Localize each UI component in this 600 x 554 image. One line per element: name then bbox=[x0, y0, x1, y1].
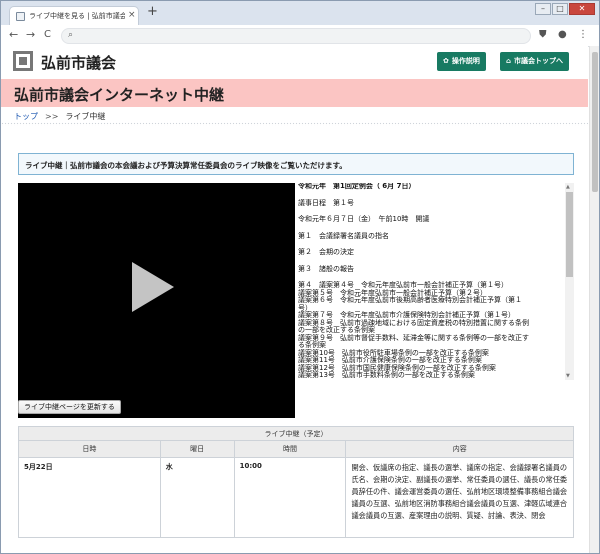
address-bar[interactable]: ⌕ bbox=[61, 28, 531, 44]
browser-toolbar: ← → C ⌕ ⛊ ● ⋮ bbox=[1, 25, 599, 47]
page-scroll-thumb[interactable] bbox=[592, 52, 598, 192]
browser-tab[interactable]: ライブ中継を見る | 弘前市議会インタ × bbox=[9, 6, 139, 25]
column-header-content: 内容 bbox=[345, 440, 574, 458]
close-button[interactable]: ✕ bbox=[569, 3, 595, 15]
video-player[interactable] bbox=[18, 183, 295, 418]
column-header-date: 日時 bbox=[18, 440, 161, 458]
dotted-divider bbox=[1, 122, 588, 126]
notice-box: ライブ中継｜弘前市議会の本会議および予算決算常任委員会のライブ映像をご覧いただけ… bbox=[18, 153, 574, 175]
council-top-button[interactable]: ⌂ 市議会トップへ bbox=[500, 52, 570, 71]
cell-time: 10:00 bbox=[233, 457, 347, 538]
tab-title: ライブ中継を見る | 弘前市議会インタ bbox=[29, 12, 125, 20]
breadcrumb-current: ライブ中継 bbox=[65, 112, 106, 121]
page-viewport: 弘前市議会 ✿ 操作説明 ⌂ 市議会トップへ 弘前市議会インターネット中継 トップ >… bbox=[1, 46, 588, 553]
help-button-label: 操作説明 bbox=[451, 57, 480, 65]
gear-icon: ✿ bbox=[443, 57, 449, 65]
council-top-button-label: 市議会トップへ bbox=[514, 57, 564, 65]
agenda-line: 議案第９号 弘前市督促手数料、延滞金等に関する条例等の一部を改正す bbox=[298, 333, 529, 342]
forward-button[interactable]: → bbox=[26, 28, 35, 42]
reload-button[interactable]: C bbox=[44, 28, 51, 42]
favicon-icon bbox=[16, 12, 25, 21]
breadcrumb: トップ >> ライブ中継 bbox=[14, 111, 105, 122]
minimize-button[interactable]: – bbox=[535, 3, 551, 15]
agenda-line: 令和元年 第1回定例会（ 6月 7日） bbox=[298, 183, 416, 190]
agenda-scrollbar[interactable]: ▲ ▼ bbox=[565, 183, 574, 380]
table-row: 5月22日 水 10:00 開会、仮議席の指定、議長の選挙、議席の指定、会議録署… bbox=[18, 457, 574, 538]
refresh-live-button[interactable]: ライブ中継ページを更新する bbox=[18, 400, 121, 414]
agenda-line: 令和元年６月７日（金） 午前10時 開議 bbox=[298, 215, 430, 223]
page-scrollbar[interactable] bbox=[589, 46, 599, 553]
column-header-time: 時間 bbox=[233, 440, 347, 458]
breadcrumb-home-link[interactable]: トップ bbox=[14, 112, 38, 121]
tab-strip: ライブ中継を見る | 弘前市議会インタ × + – □ ✕ bbox=[1, 1, 599, 25]
search-icon: ⌕ bbox=[68, 30, 74, 40]
page-banner: 弘前市議会インターネット中継 bbox=[1, 79, 588, 107]
menu-icon[interactable]: ⋮ bbox=[578, 29, 588, 40]
agenda-line: 議案第６号 令和元年度弘前市後期高齢者医療特別会計補正予算（第１ bbox=[298, 296, 522, 304]
breadcrumb-separator: >> bbox=[45, 112, 59, 121]
agenda-panel: 令和元年 第1回定例会（ 6月 7日） 議事日程 第１号令和元年６月７日（金） 午… bbox=[298, 183, 574, 380]
shield-icon[interactable]: ⛊ bbox=[539, 29, 547, 40]
account-icon[interactable]: ● bbox=[558, 29, 567, 40]
cell-content: 開会、仮議席の指定、議長の選挙、議席の指定、会議録署名議員の氏名、会期の決定、副… bbox=[345, 457, 574, 538]
agenda-line: 議案第13号 弘前市手数料条例の一部を改正する条例案 bbox=[298, 371, 475, 379]
scroll-up-icon[interactable]: ▲ bbox=[566, 184, 570, 190]
back-button[interactable]: ← bbox=[9, 28, 18, 42]
site-name[interactable]: 弘前市議会 bbox=[41, 52, 116, 73]
maximize-button[interactable]: □ bbox=[552, 3, 568, 15]
play-icon[interactable] bbox=[132, 262, 174, 312]
site-header: 弘前市議会 ✿ 操作説明 ⌂ 市議会トップへ bbox=[1, 46, 588, 78]
window-controls: – □ ✕ bbox=[535, 3, 595, 15]
notice-text: ライブ中継｜弘前市議会の本会議および予算決算常任委員会のライブ映像をご覧いただけ… bbox=[25, 161, 347, 170]
agenda-line: 議事日程 第１号 bbox=[298, 198, 354, 207]
schedule-caption: ライブ中継（予定） bbox=[18, 426, 574, 441]
help-button[interactable]: ✿ 操作説明 bbox=[437, 52, 486, 71]
cell-weekday: 水 bbox=[159, 457, 235, 538]
agenda-line: 第２ 会期の決定 bbox=[298, 248, 354, 256]
home-icon: ⌂ bbox=[506, 57, 512, 65]
agenda-line: 第１ 会議録署名議員の指名 bbox=[298, 231, 389, 240]
scroll-down-icon[interactable]: ▼ bbox=[566, 373, 570, 379]
cell-date: 5月22日 bbox=[18, 457, 161, 538]
agenda-scroll-thumb[interactable] bbox=[566, 192, 573, 277]
column-header-weekday: 曜日 bbox=[159, 440, 235, 458]
agenda-line: 第３ 諸般の報告 bbox=[298, 264, 354, 273]
page-title: 弘前市議会インターネット中継 bbox=[14, 86, 225, 104]
city-logo-icon bbox=[13, 51, 33, 71]
tab-close-icon[interactable]: × bbox=[128, 10, 136, 20]
schedule-table: ライブ中継（予定） 日時 曜日 時間 内容 5月22日 水 10:00 開会、仮… bbox=[18, 426, 574, 538]
new-tab-button[interactable]: + bbox=[147, 5, 158, 19]
